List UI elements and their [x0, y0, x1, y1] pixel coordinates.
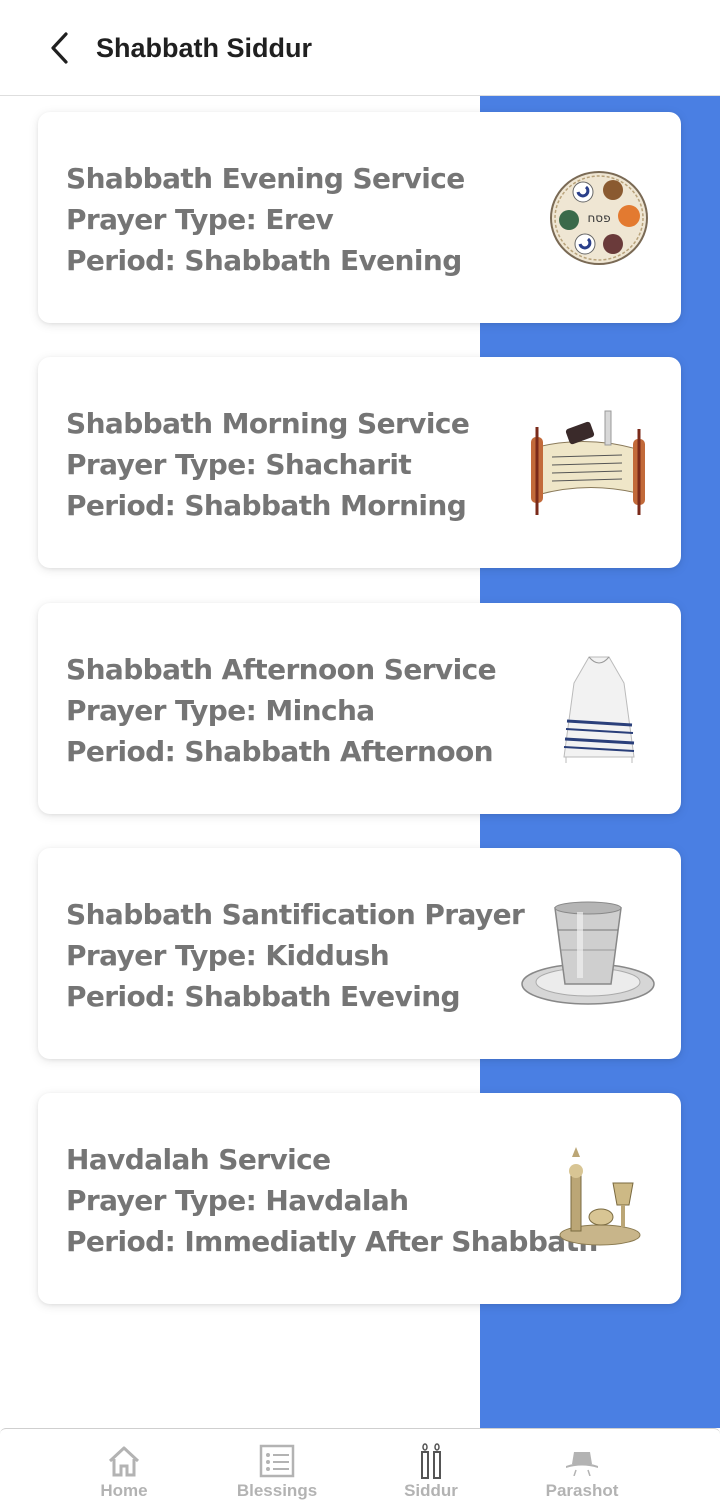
- list-icon: [257, 1443, 297, 1479]
- prayer-list[interactable]: Shabbath Evening Service Prayer Type: Er…: [0, 96, 720, 1428]
- kiddush-cup-image: [519, 898, 657, 1010]
- prayer-period: Period: Shabbath Evening: [66, 244, 462, 277]
- prayer-period: Period: Shabbath Eveving: [66, 980, 461, 1013]
- nav-label: Blessings: [236, 1481, 318, 1500]
- nav-label: Home: [100, 1481, 148, 1500]
- chevron-left-icon: [51, 32, 68, 64]
- app-bar: Shabbath Siddur: [0, 0, 720, 96]
- prayer-name: Shabbath Evening Service: [66, 162, 465, 195]
- havdalah-set-image: [555, 1143, 645, 1255]
- prayer-type: Prayer Type: Mincha: [66, 694, 375, 727]
- prayer-type: Prayer Type: Shacharit: [66, 448, 412, 481]
- back-button[interactable]: [38, 24, 82, 72]
- prayer-type: Prayer Type: Havdalah: [66, 1184, 409, 1217]
- prayer-card[interactable]: Havdalah Service Prayer Type: Havdalah P…: [38, 1093, 681, 1304]
- prayer-name: Havdalah Service: [66, 1143, 331, 1176]
- nav-parashot[interactable]: Parashot: [512, 1429, 652, 1510]
- svg-text:פסח: פסח: [587, 211, 610, 225]
- nav-siddur[interactable]: Siddur: [361, 1429, 501, 1510]
- prayer-period: Period: Shabbath Morning: [66, 489, 467, 522]
- prayer-card[interactable]: Shabbath Santification Prayer Prayer Typ…: [38, 848, 681, 1059]
- tallit-image: [543, 653, 655, 765]
- nav-label: Parashot: [545, 1481, 619, 1500]
- prayer-name: Shabbath Santification Prayer: [66, 898, 525, 931]
- page-title: Shabbath Siddur: [96, 33, 312, 63]
- prayer-period: Period: Shabbath Afternoon: [66, 735, 494, 768]
- candles-icon: [411, 1443, 451, 1479]
- prayer-name: Shabbath Morning Service: [66, 407, 470, 440]
- home-icon: [104, 1443, 144, 1479]
- prayer-card[interactable]: Shabbath Afternoon Service Prayer Type: …: [38, 603, 681, 814]
- hat-icon: [562, 1443, 602, 1479]
- nav-label: Siddur: [404, 1481, 458, 1500]
- prayer-period: Period: Immediatly After Shabbath: [66, 1225, 598, 1258]
- prayer-type: Prayer Type: Kiddush: [66, 939, 390, 972]
- prayer-card[interactable]: Shabbath Morning Service Prayer Type: Sh…: [38, 357, 681, 568]
- nav-home[interactable]: Home: [54, 1429, 194, 1510]
- nav-blessings[interactable]: Blessings: [207, 1429, 347, 1510]
- prayer-type: Prayer Type: Erev: [66, 203, 334, 236]
- bottom-nav: Home Blessings Siddur Parashot: [0, 1428, 720, 1510]
- prayer-card[interactable]: Shabbath Evening Service Prayer Type: Er…: [38, 112, 681, 323]
- prayer-name: Shabbath Afternoon Service: [66, 653, 497, 686]
- torah-scroll-image: [517, 407, 657, 519]
- seder-plate-image: פסח: [543, 162, 655, 274]
